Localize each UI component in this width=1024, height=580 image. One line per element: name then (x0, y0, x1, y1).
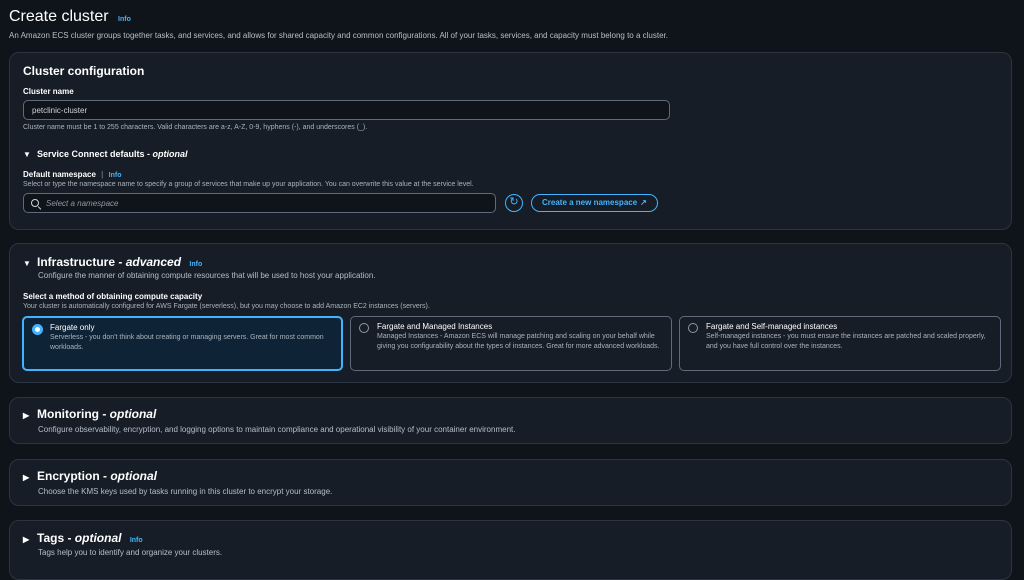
cluster-configuration-heading: Cluster configuration (23, 64, 145, 78)
encryption-description: Choose the KMS keys used by tasks runnin… (38, 487, 333, 496)
tags-panel: ▶ Tags - optional Info Tags help you to i… (9, 520, 1012, 580)
namespace-search-input[interactable]: Select a namespace (23, 193, 496, 213)
default-namespace-label: Default namespace (23, 170, 96, 179)
refresh-namespaces-button[interactable]: ↻ (505, 194, 523, 212)
radio-unselected-icon (359, 323, 369, 333)
infrastructure-panel: ▼ Infrastructure - advanced Info Configur… (9, 243, 1012, 383)
tags-optional: optional (74, 531, 122, 545)
infrastructure-description: Configure the manner of obtaining comput… (38, 271, 376, 280)
option-fargate-only[interactable]: Fargate only Serverless - you don't thin… (22, 316, 343, 371)
infrastructure-advanced: advanced (125, 255, 182, 269)
capacity-method-label: Select a method of obtaining compute cap… (23, 292, 203, 301)
cluster-name-input[interactable]: petclinic-cluster (23, 100, 670, 120)
option-title: Fargate only (50, 323, 95, 332)
encryption-panel: ▶ Encryption - optional Choose the KMS ke… (9, 459, 1012, 506)
infrastructure-info-link[interactable]: Info (189, 261, 202, 268)
caret-down-icon: ▼ (23, 150, 31, 159)
option-fargate-self-managed[interactable]: Fargate and Self-managed instances Self-… (679, 316, 1001, 371)
caret-right-icon: ▶ (23, 411, 30, 420)
radio-unselected-icon (688, 323, 698, 333)
option-description: Self-managed instances - you must ensure… (706, 333, 986, 350)
cluster-name-label: Cluster name (23, 87, 74, 96)
option-description: Managed Instances - Amazon ECS will mana… (377, 333, 660, 350)
option-title: Fargate and Managed Instances (377, 322, 493, 331)
capacity-method-hint: Your cluster is automatically configured… (23, 303, 430, 310)
external-link-icon: ↗ (640, 198, 647, 207)
monitoring-optional: optional (109, 407, 157, 421)
radio-selected-icon (32, 324, 43, 335)
tags-info-link[interactable]: Info (130, 537, 143, 544)
monitoring-toggle[interactable]: ▶ Monitoring - optional (23, 407, 156, 421)
service-connect-optional: optional (152, 149, 188, 159)
encryption-toggle[interactable]: ▶ Encryption - optional (23, 469, 157, 483)
default-namespace-label-row: Default namespace | Info (23, 170, 121, 179)
service-connect-toggle[interactable]: ▼ Service Connect defaults - optional (23, 149, 188, 159)
option-title: Fargate and Self-managed instances (706, 322, 838, 331)
create-namespace-label: Create a new namespace (542, 198, 638, 207)
page-header: Create cluster Info An Amazon ECS cluste… (9, 8, 1009, 40)
monitoring-panel: ▶ Monitoring - optional Configure observa… (9, 397, 1012, 444)
page-title: Create cluster (9, 8, 109, 25)
service-connect-heading: Service Connect defaults (37, 149, 145, 159)
encryption-optional: optional (110, 469, 158, 483)
option-fargate-managed-instances[interactable]: Fargate and Managed Instances Managed In… (350, 316, 672, 371)
create-namespace-button[interactable]: Create a new namespace ↗ (531, 194, 658, 212)
monitoring-description: Configure observability, encryption, and… (38, 425, 516, 434)
tags-toggle[interactable]: ▶ Tags - optional Info (23, 531, 143, 545)
caret-right-icon: ▶ (23, 535, 30, 544)
infrastructure-heading: Infrastructure (37, 255, 116, 269)
refresh-icon: ↻ (509, 196, 519, 208)
namespace-placeholder: Select a namespace (46, 199, 119, 208)
infrastructure-toggle[interactable]: ▼ Infrastructure - advanced Info (23, 255, 202, 269)
tags-heading: Tags (37, 531, 65, 545)
caret-right-icon: ▶ (23, 473, 30, 482)
cluster-configuration-panel: Cluster configuration Cluster name petcl… (9, 52, 1012, 230)
monitoring-heading: Monitoring (37, 407, 99, 421)
label-divider: | (101, 170, 104, 179)
default-namespace-hint: Select or type the namespace name to spe… (23, 181, 474, 188)
cluster-name-hint: Cluster name must be 1 to 255 characters… (23, 124, 368, 131)
caret-down-icon: ▼ (23, 259, 31, 268)
option-description: Serverless - you don't think about creat… (50, 334, 324, 351)
encryption-heading: Encryption (37, 469, 100, 483)
page-info-link[interactable]: Info (118, 16, 131, 23)
namespace-info-link[interactable]: Info (109, 172, 122, 179)
search-icon (31, 199, 39, 207)
page-description: An Amazon ECS cluster groups together ta… (9, 31, 668, 40)
